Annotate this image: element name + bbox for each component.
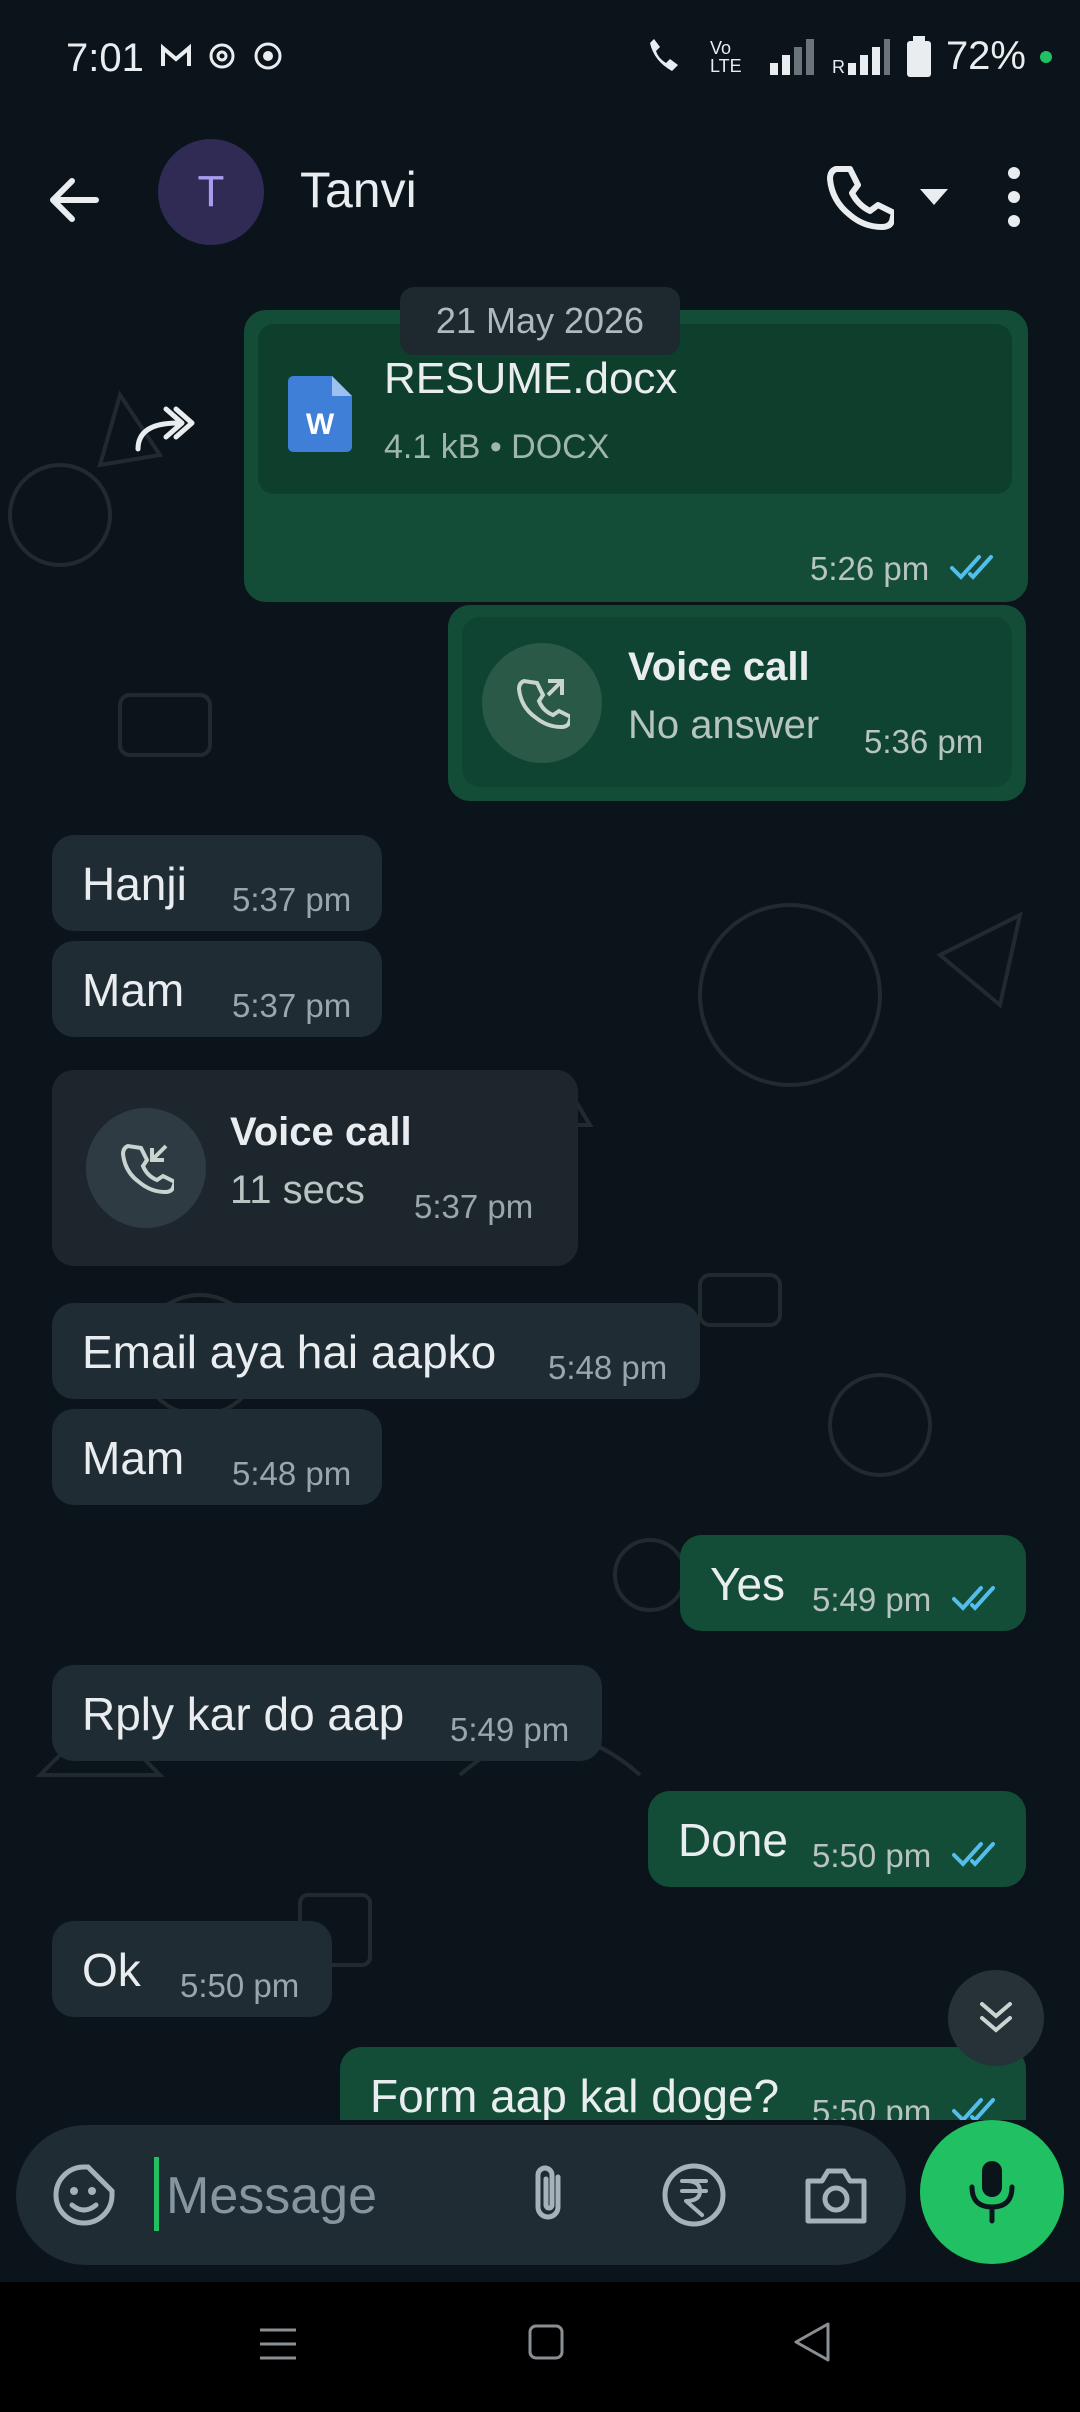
scroll-to-bottom-button[interactable]	[948, 1970, 1044, 2066]
message-time: 5:48 pm	[232, 1455, 352, 1492]
incoming-message[interactable]: Mam 5:48 pm	[52, 1409, 382, 1505]
read-receipt-icon	[952, 2098, 995, 2120]
battery-level: 72%	[945, 34, 1026, 78]
message-time: 5:50 pm	[180, 1967, 300, 2004]
contact-name[interactable]: Tanvi	[300, 161, 417, 219]
call-title: Voice call	[230, 1110, 412, 1154]
call-icon-circle	[86, 1108, 206, 1228]
recent-apps-icon[interactable]	[256, 2322, 300, 2366]
message-time: 5:49 pm	[812, 1581, 932, 1618]
battery-icon	[906, 35, 931, 77]
message-time: 5:36 pm	[864, 723, 984, 760]
date-separator: 21 May 2026	[400, 287, 680, 355]
attachment-icon[interactable]	[518, 2161, 578, 2229]
read-receipt-icon	[952, 1842, 995, 1867]
message-time: 5:26 pm	[810, 550, 930, 587]
message-time: 5:50 pm	[812, 2093, 932, 2120]
read-receipt-icon	[952, 1586, 995, 1611]
message-time: 5:37 pm	[232, 881, 352, 918]
chat-header: T Tanvi	[0, 125, 1080, 275]
message-time: 5:49 pm	[450, 1711, 570, 1748]
outgoing-call-icon	[516, 678, 570, 730]
message-time: 5:37 pm	[232, 987, 352, 1024]
call-status: No answer	[628, 703, 820, 747]
wifi-calling-icon	[649, 38, 678, 71]
signal-roaming-icon: R	[832, 38, 890, 77]
threads-icon	[209, 43, 235, 69]
microphone-icon	[969, 2161, 1015, 2224]
signal-icon	[769, 38, 814, 75]
forward-icon[interactable]	[130, 395, 206, 471]
chat-area[interactable]: W RESUME.docx 4.1 kB • DOCX 5:26 pm 21 M…	[0, 275, 1080, 2120]
voice-message-button[interactable]	[920, 2120, 1064, 2264]
status-time: 7:01	[66, 36, 144, 80]
network-label: Vo LTE	[709, 37, 742, 76]
message-text: Hanji	[82, 858, 187, 910]
phone-call-icon[interactable]	[822, 161, 894, 233]
message-composer	[16, 2125, 906, 2265]
message-time: 5:48 pm	[548, 1349, 668, 1386]
status-right: Vo LTE R 72%	[644, 34, 1052, 79]
message-text: Yes	[710, 1558, 786, 1610]
svg-text:R: R	[832, 57, 845, 77]
outgoing-message[interactable]: Done 5:50 pm	[648, 1791, 1026, 1887]
avatar[interactable]: T	[158, 139, 264, 245]
message-text: Mam	[82, 1432, 185, 1484]
word-document-icon: W	[288, 376, 352, 452]
chrome-icon	[254, 42, 282, 70]
camera-icon[interactable]	[802, 2163, 870, 2227]
system-back-icon[interactable]	[790, 2320, 834, 2364]
incoming-voice-call-message[interactable]: Voice call 11 secs 5:37 pm	[52, 1070, 578, 1266]
message-input[interactable]	[164, 2153, 488, 2239]
system-navigation-bar	[0, 2282, 1080, 2412]
outgoing-message[interactable]: Yes 5:49 pm	[680, 1535, 1026, 1631]
message-text: Mam	[82, 964, 185, 1016]
incoming-message[interactable]: Email aya hai aapko 5:48 pm	[52, 1303, 700, 1399]
more-options-icon[interactable]	[992, 161, 1036, 233]
document-file-name: RESUME.docx	[384, 354, 678, 403]
incoming-message[interactable]: Rply kar do aap 5:49 pm	[52, 1665, 602, 1761]
call-options-dropdown-icon[interactable]	[914, 181, 954, 213]
incoming-message[interactable]: Hanji 5:37 pm	[52, 835, 382, 931]
payment-rupee-icon[interactable]	[660, 2161, 728, 2229]
home-icon[interactable]	[526, 2322, 566, 2362]
status-bar: 7:01 Vo LTE R 72%	[0, 0, 1080, 125]
call-title: Voice call	[628, 645, 810, 689]
notification-icons	[160, 40, 284, 72]
incoming-message[interactable]: Ok 5:50 pm	[52, 1921, 332, 2017]
read-receipt-icon	[950, 555, 993, 580]
text-cursor	[154, 2157, 159, 2231]
message-text: Done	[678, 1814, 788, 1866]
sticker-emoji-icon[interactable]	[52, 2163, 116, 2227]
call-duration: 11 secs	[230, 1168, 365, 1212]
incoming-call-icon	[120, 1143, 174, 1195]
message-text: Form aap kal doge?	[370, 2070, 780, 2120]
outgoing-message[interactable]: Form aap kal doge? 5:50 pm	[340, 2047, 1026, 2120]
privacy-indicator	[1040, 50, 1052, 63]
back-arrow-icon[interactable]	[40, 165, 110, 235]
document-meta: 4.1 kB • DOCX	[384, 428, 610, 466]
gmail-icon	[161, 43, 191, 66]
double-chevron-down-icon	[980, 2002, 1012, 2033]
outgoing-voice-call-message[interactable]: Voice call No answer 5:36 pm	[448, 605, 1026, 801]
doc-letter: W	[306, 408, 335, 441]
call-icon-circle	[482, 643, 602, 763]
message-time: 5:50 pm	[812, 1837, 932, 1874]
message-text: Rply kar do aap	[82, 1688, 405, 1740]
incoming-message[interactable]: Mam 5:37 pm	[52, 941, 382, 1037]
message-text: Email aya hai aapko	[82, 1326, 497, 1378]
message-text: Ok	[82, 1944, 141, 1996]
message-time: 5:37 pm	[414, 1188, 534, 1225]
